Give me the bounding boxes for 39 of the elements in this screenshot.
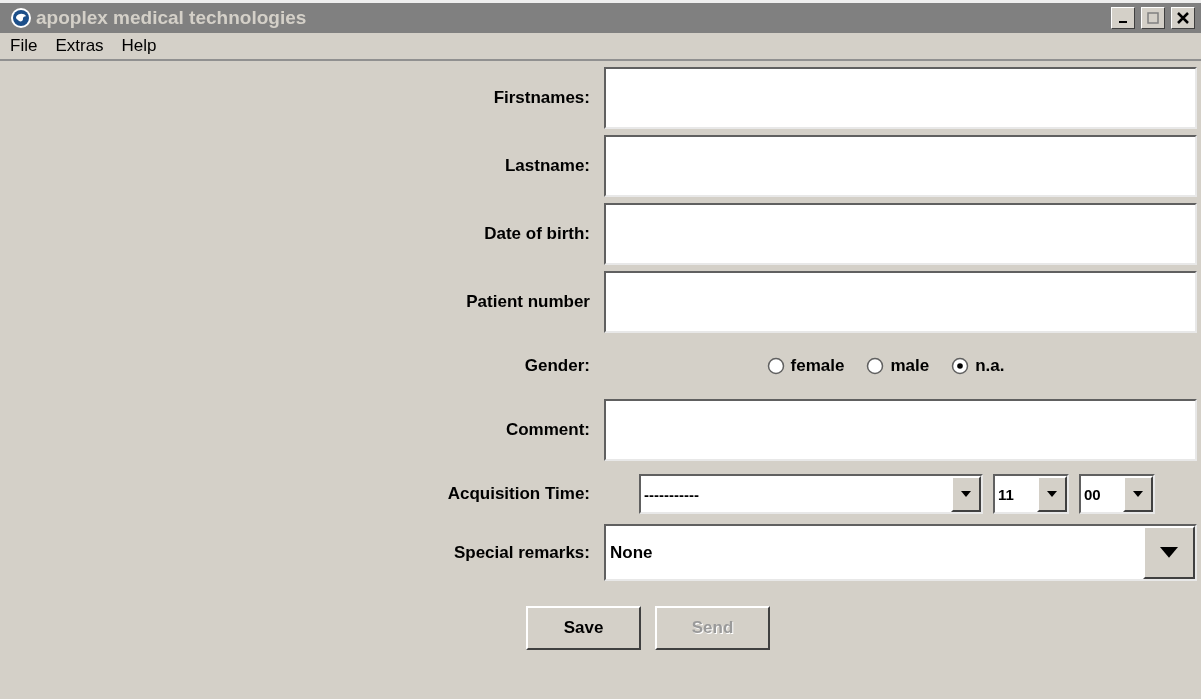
field-label: Firstnames: xyxy=(493,88,590,108)
text-field[interactable] xyxy=(604,203,1197,265)
caret-down-icon xyxy=(1160,547,1178,558)
hour-dropdown[interactable]: 11 xyxy=(993,474,1069,514)
text-field[interactable] xyxy=(604,271,1197,333)
close-button[interactable] xyxy=(1171,7,1195,29)
field-label: Acquisition Time: xyxy=(447,484,590,504)
field-label: Special remarks: xyxy=(453,542,590,563)
maximize-icon xyxy=(1147,12,1159,24)
field-label: Patient number xyxy=(466,292,590,312)
minimize-icon xyxy=(1119,21,1127,23)
window-title: apoplex medical technologies xyxy=(36,7,308,29)
minimize-button[interactable] xyxy=(1111,7,1135,29)
remarks-dropdown[interactable]: None xyxy=(604,524,1197,581)
field-label: Comment: xyxy=(505,420,590,440)
minute-dropdown[interactable]: 00 xyxy=(1079,474,1155,514)
text-field[interactable] xyxy=(604,399,1197,461)
text-field[interactable] xyxy=(604,135,1197,197)
date-dropdown[interactable]: ----------- xyxy=(639,474,983,514)
radio-label[interactable]: n.a. xyxy=(975,356,1005,376)
close-icon xyxy=(1177,12,1189,24)
radio-label[interactable]: male xyxy=(890,356,930,376)
text-field[interactable] xyxy=(604,67,1197,129)
field-label: Date of birth: xyxy=(484,224,590,244)
field-label: Lastname: xyxy=(504,156,590,176)
save-button[interactable]: Save xyxy=(526,606,641,650)
radio-button[interactable] xyxy=(766,357,785,375)
caret-down-icon xyxy=(1047,491,1057,497)
logo-icon xyxy=(10,7,32,29)
radio-label[interactable]: female xyxy=(790,356,845,376)
menu-item[interactable]: Extras xyxy=(49,36,110,56)
radio-button[interactable] xyxy=(951,357,970,375)
radio-button[interactable] xyxy=(866,357,885,375)
caret-down-icon xyxy=(1133,491,1143,497)
maximize-button[interactable] xyxy=(1141,7,1165,29)
menu-item[interactable]: Help xyxy=(115,36,163,56)
caret-down-icon xyxy=(961,491,971,497)
field-label: Gender: xyxy=(524,356,590,376)
menu-item[interactable]: File xyxy=(4,36,44,56)
